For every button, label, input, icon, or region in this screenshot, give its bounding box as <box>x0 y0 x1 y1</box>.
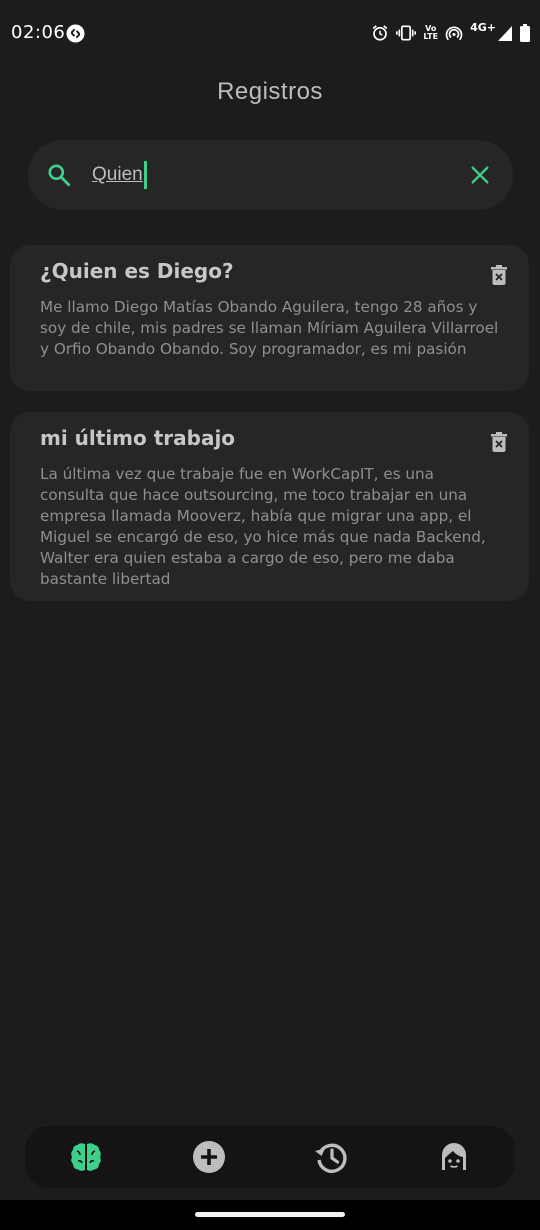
hotspot-icon <box>445 26 463 41</box>
text-cursor <box>144 161 147 189</box>
add-circle-icon <box>193 1141 225 1173</box>
record-title: mi último trabajo <box>40 426 236 450</box>
record-body: Me llamo Diego Matías Obando Aguilera, t… <box>40 298 499 358</box>
volte-icon: Vo LTE <box>423 24 439 41</box>
alarm-icon <box>373 25 388 41</box>
brain-icon <box>71 1143 101 1171</box>
delete-icon[interactable] <box>491 432 507 452</box>
system-navigation-bar <box>0 1200 540 1230</box>
nav-item-add[interactable] <box>192 1140 226 1174</box>
record-body: La última vez que trabaje fue en WorkCap… <box>40 465 486 588</box>
status-bar: 02:06 Vo LTE 4G+ <box>0 0 540 66</box>
status-icons: Vo LTE 4G+ <box>371 20 530 44</box>
delete-icon[interactable] <box>491 265 507 285</box>
record-title: ¿Quien es Diego? <box>40 259 234 283</box>
vibrate-icon <box>396 25 417 41</box>
nav-item-history[interactable] <box>314 1140 348 1174</box>
record-card[interactable]: ¿Quien es Diego? Me llamo Diego Matías O… <box>10 245 529 391</box>
record-card[interactable]: mi último trabajo La última vez que trab… <box>10 412 529 601</box>
nav-item-brain[interactable] <box>69 1140 103 1174</box>
page-title: Registros <box>217 78 323 105</box>
history-icon <box>315 1143 347 1173</box>
home-gesture-handle[interactable] <box>195 1212 345 1217</box>
close-icon[interactable] <box>469 164 491 186</box>
network-type: 4G+ <box>470 20 496 34</box>
nav-item-profile[interactable] <box>437 1140 471 1174</box>
app-screen: 02:06 Vo LTE 4G+ Registros Quien ¿Quien … <box>0 0 540 1230</box>
status-time: 02:06 <box>11 22 66 43</box>
signal-icon <box>498 25 512 41</box>
face-icon <box>442 1143 466 1171</box>
search-bar[interactable] <box>28 140 513 210</box>
bottom-navigation <box>25 1126 515 1188</box>
shazam-icon <box>66 24 85 43</box>
search-icon <box>48 164 71 187</box>
battery-icon <box>520 24 530 42</box>
